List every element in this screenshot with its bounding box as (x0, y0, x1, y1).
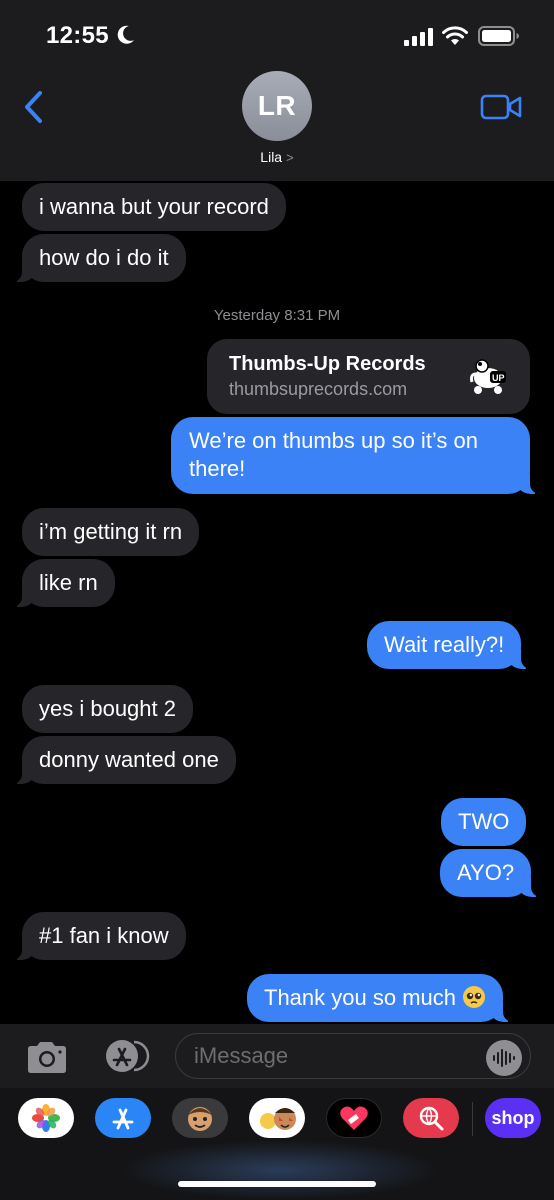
audio-waveform-icon (493, 1049, 515, 1067)
message-text: i’m getting it rn (39, 519, 183, 544)
video-camera-icon[interactable] (480, 94, 522, 120)
outgoing-message[interactable]: TWO (441, 798, 527, 846)
photos-icon (32, 1104, 60, 1132)
home-indicator[interactable] (178, 1181, 376, 1187)
digital-touch-app-icon[interactable] (326, 1098, 382, 1138)
outgoing-message[interactable]: Thank you so much (247, 974, 513, 1022)
back-chevron-icon[interactable] (22, 90, 48, 124)
camera-icon[interactable] (24, 1039, 70, 1075)
incoming-message[interactable]: donny wanted one (12, 736, 236, 784)
app-store-a-icon (112, 1108, 134, 1130)
message-text: there! (189, 456, 246, 481)
drawer-divider (472, 1102, 473, 1136)
svg-text:UP: UP (492, 373, 505, 383)
conversation-header: 12:55 LR Lila > (0, 0, 554, 181)
message-text: TWO (458, 809, 510, 834)
outgoing-message[interactable]: AYO? (440, 849, 542, 897)
chevron-right-icon: > (286, 150, 294, 165)
incoming-message[interactable]: yes i bought 2 (22, 685, 193, 733)
message-timestamp: Yesterday 8:31 PM (0, 307, 554, 324)
incoming-message[interactable]: how do i do it (12, 234, 186, 282)
message-text: like rn (39, 570, 98, 595)
app-store-icon[interactable] (98, 1038, 152, 1074)
imessage-input[interactable] (175, 1033, 531, 1079)
memoji-app-icon[interactable] (172, 1098, 228, 1138)
message-text: yes i bought 2 (39, 696, 176, 721)
pleading-face-emoji-icon (462, 986, 485, 1008)
images-search-app-icon[interactable] (403, 1098, 459, 1138)
message-text: AYO? (457, 860, 515, 885)
link-title: Thumbs-Up Records (229, 353, 426, 375)
timestamp-day: Yesterday (213, 307, 281, 324)
audio-message-button[interactable] (486, 1040, 522, 1076)
compose-bar (0, 1024, 554, 1088)
message-text: i wanna but your record (39, 194, 269, 219)
incoming-message[interactable]: like rn (12, 559, 115, 607)
battery-icon (478, 26, 519, 46)
status-bar: 12:55 (0, 0, 554, 72)
incoming-message[interactable]: #1 fan i know (12, 912, 186, 960)
message-text: #1 fan i know (39, 923, 169, 948)
moon-icon (117, 25, 134, 44)
shop-app-icon[interactable]: shop (485, 1098, 541, 1138)
contact-name-button[interactable]: Lila > (0, 149, 554, 165)
timestamp-time: 8:31 PM (284, 307, 341, 324)
outgoing-message[interactable]: Wait really?! (367, 621, 532, 669)
link-preview-card[interactable]: Thumbs-Up Records thumbsuprecords.com UP (207, 339, 530, 414)
incoming-message[interactable]: i’m getting it rn (22, 508, 200, 556)
link-url: thumbsuprecords.com (229, 379, 408, 399)
wifi-icon (442, 26, 468, 45)
drawer-glow (120, 1140, 440, 1200)
app-store-app-icon[interactable] (95, 1098, 151, 1138)
message-text: We’re on thumbs up so it’s on (189, 428, 479, 453)
thumbs-up-records-logo: UP (470, 359, 506, 394)
message-text: Wait really?! (384, 632, 505, 657)
incoming-message[interactable]: i wanna but your record (22, 183, 286, 231)
contact-name: Lila (260, 149, 283, 165)
memoji-stickers-icon (260, 1108, 296, 1130)
globe-search-icon (419, 1106, 444, 1131)
message-text: Thank you so much (264, 985, 456, 1010)
contact-avatar[interactable]: LR (242, 71, 312, 141)
message-text: how do i do it (39, 245, 169, 270)
heart-icon (340, 1106, 368, 1130)
status-time: 12:55 (46, 22, 109, 49)
photos-app-icon[interactable] (18, 1098, 74, 1138)
memoji-icon (188, 1107, 212, 1131)
outgoing-message[interactable]: We’re on thumbs up so it’s on there! (171, 417, 540, 494)
message-text: donny wanted one (39, 747, 219, 772)
animoji-stickers-app-icon[interactable] (249, 1098, 305, 1138)
cellular-signal-icon (404, 28, 433, 46)
